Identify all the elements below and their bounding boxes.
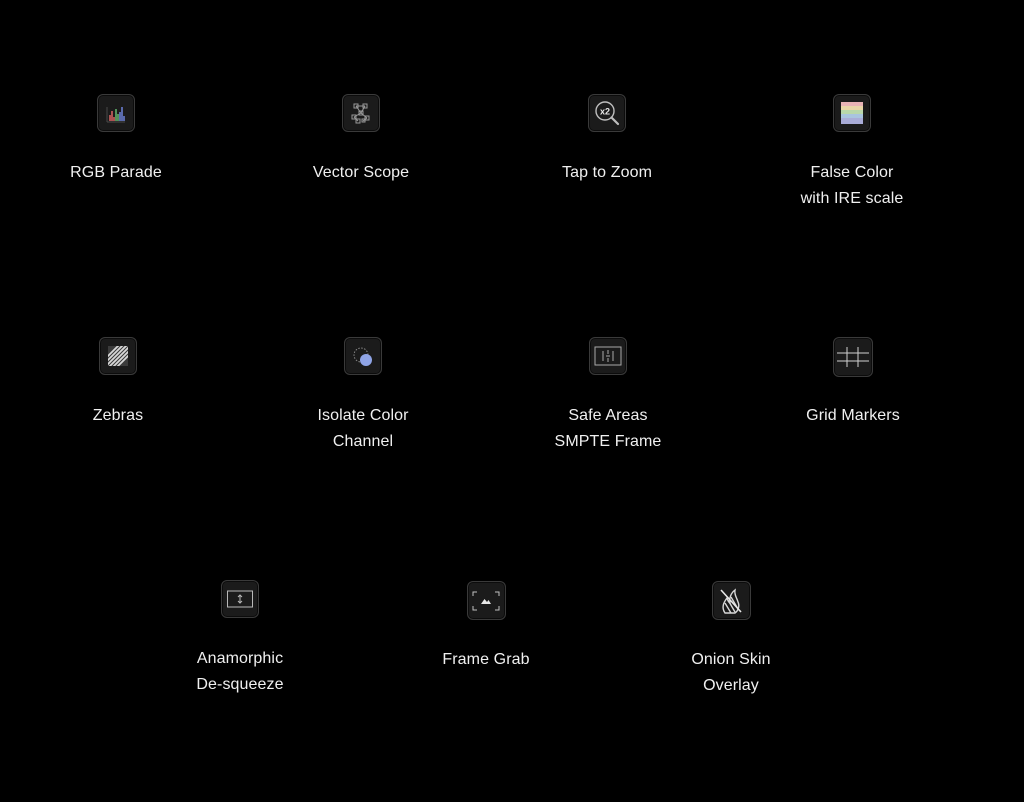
feature-false-color[interactable]: False Color with IRE scale <box>752 94 952 212</box>
feature-safe-areas-label: Safe Areas SMPTE Frame <box>554 407 662 450</box>
feature-anamorphic[interactable]: Anamorphic De-squeeze <box>140 580 340 698</box>
svg-text:x2: x2 <box>600 106 610 116</box>
feature-anamorphic-label: Anamorphic De-squeeze <box>196 650 284 693</box>
feature-onion-skin-label: Onion Skin Overlay <box>691 651 771 694</box>
safe-area-frame-icon <box>589 337 627 375</box>
color-channel-icon <box>344 337 382 375</box>
frame-grab-icon <box>466 581 506 620</box>
desqueeze-icon <box>221 580 259 618</box>
grid-icon <box>833 337 873 377</box>
onion-skin-icon <box>711 581 751 620</box>
feature-frame-grab-label: Frame Grab <box>442 651 530 668</box>
feature-zebras[interactable]: Zebras <box>18 337 218 429</box>
feature-vector-scope-label: Vector Scope <box>312 164 410 181</box>
feature-grid-markers-label: Grid Markers <box>806 407 900 424</box>
zoom-x2-icon: x2 <box>588 94 626 132</box>
false-color-icon <box>833 94 871 132</box>
feature-isolate-color-label: Isolate Color Channel <box>317 407 409 450</box>
feature-safe-areas[interactable]: Safe Areas SMPTE Frame <box>508 337 708 455</box>
feature-onion-skin[interactable]: Onion Skin Overlay <box>631 581 831 699</box>
feature-rgb-parade-label: RGB Parade <box>70 164 162 181</box>
vector-scope-icon <box>342 94 380 132</box>
feature-tap-to-zoom[interactable]: x2 Tap to Zoom <box>507 94 707 186</box>
zebra-stripes-icon <box>99 337 137 375</box>
feature-frame-grab[interactable]: Frame Grab <box>386 581 586 673</box>
feature-tap-to-zoom-label: Tap to Zoom <box>561 164 653 181</box>
feature-zebras-label: Zebras <box>92 407 144 424</box>
feature-vector-scope[interactable]: Vector Scope <box>261 94 461 186</box>
feature-isolate-color[interactable]: Isolate Color Channel <box>263 337 463 455</box>
rgb-parade-icon <box>97 94 135 132</box>
feature-false-color-label: False Color with IRE scale <box>800 164 904 207</box>
feature-rgb-parade[interactable]: RGB Parade <box>16 94 216 186</box>
feature-grid-markers[interactable]: Grid Markers <box>753 337 953 429</box>
